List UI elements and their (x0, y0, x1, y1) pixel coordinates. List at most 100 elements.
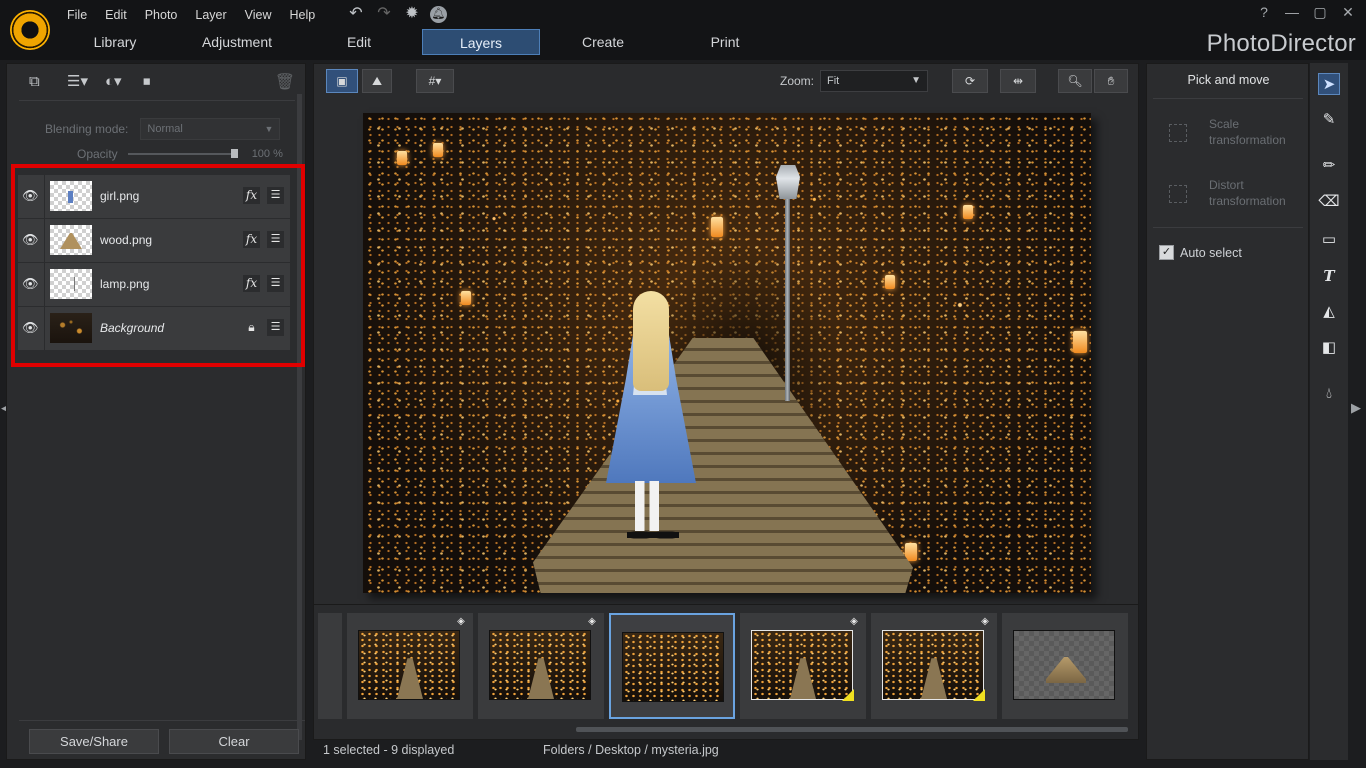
close-icon[interactable]: ✕ (1340, 4, 1356, 21)
lantern (1073, 331, 1087, 353)
eraser-icon[interactable]: ⌫ (1318, 191, 1340, 213)
auto-select-row[interactable]: ✓ Auto select (1159, 245, 1242, 260)
layer-row-background[interactable]: 👁︎ Background 🔒︎ ☰ (18, 307, 290, 350)
pencil-icon[interactable]: ✏︎ (1318, 155, 1340, 177)
filmstrip-prev-item[interactable] (318, 613, 342, 719)
blending-mode-select[interactable]: Normal ▼ (140, 118, 281, 140)
boardwalk-mini (397, 658, 423, 699)
zoom-icon[interactable]: 🔍︎ (1058, 69, 1092, 93)
layer-thumbnail (50, 269, 92, 299)
single-view-icon[interactable]: ▣ (326, 69, 358, 93)
tab-print[interactable]: Print (666, 29, 784, 55)
add-layer-icon[interactable]: ⧉ (29, 72, 53, 92)
layer-settings-icon[interactable]: ☰ (267, 231, 284, 248)
layer-row-wood[interactable]: 👁︎ wood.png fx ☰ (18, 219, 290, 262)
eye-icon[interactable]: 👁︎ (22, 320, 39, 336)
menu-help[interactable]: Help (281, 0, 325, 30)
filmstrip-item[interactable]: ◈ (347, 613, 473, 719)
girl-hair (633, 291, 669, 391)
fx-icon[interactable]: fx (243, 187, 260, 204)
filmstrip-thumbnail (751, 630, 853, 700)
filmstrip-scrollbar[interactable] (576, 727, 1128, 732)
distort-icon (1169, 185, 1187, 203)
minimize-icon[interactable]: — (1284, 4, 1300, 21)
stop-icon[interactable]: ⏹︎ (143, 72, 167, 92)
droplet-icon[interactable]: 💧︎ (1318, 383, 1340, 405)
menu-layer[interactable]: Layer (186, 0, 235, 30)
opacity-slider[interactable] (127, 149, 238, 158)
layers-badge-icon: ◈ (850, 616, 858, 627)
rectangle-icon[interactable]: ▭ (1318, 229, 1340, 251)
divider (44, 307, 45, 350)
help-icon[interactable]: ? (1256, 4, 1272, 21)
redo-icon[interactable]: ↷ (374, 4, 394, 24)
text-icon[interactable]: T (1318, 265, 1340, 287)
menu-photo[interactable]: Photo (136, 0, 187, 30)
rotate-icon[interactable]: ⟳ (952, 69, 988, 93)
fx-icon[interactable]: fx (243, 275, 260, 292)
menu-edit[interactable]: Edit (96, 0, 136, 30)
mask-options-icon[interactable]: ◐▾ (105, 72, 129, 92)
scale-transformation-option[interactable]: Scale transformation (1169, 116, 1299, 156)
distort-transformation-option[interactable]: Distort transformation (1169, 177, 1299, 217)
brush-select-icon[interactable]: ✎ (1318, 109, 1340, 131)
module-tabs: Library Adjustment Edit Layers Create Pr… (56, 29, 788, 55)
trash-icon[interactable]: 🗑︎ (275, 72, 295, 92)
menu-file[interactable]: File (58, 0, 96, 30)
chevron-down-icon: ▼ (264, 124, 274, 134)
filmstrip-item[interactable]: ◈ (871, 613, 997, 719)
layers-scrollbar[interactable] (297, 94, 302, 740)
collapse-right-icon[interactable]: ▶ (1351, 400, 1361, 416)
grid-icon[interactable]: #▾ (416, 69, 454, 93)
restore-icon[interactable]: ▢ (1312, 4, 1328, 21)
eye-icon[interactable]: 👁︎ (22, 188, 39, 204)
zoom-select[interactable]: Fit ▼ (820, 70, 928, 92)
tab-adjustment[interactable]: Adjustment (178, 29, 296, 55)
layer-settings-icon[interactable]: ☰ (267, 187, 284, 204)
auto-select-checkbox[interactable]: ✓ (1159, 245, 1174, 260)
blending-mode-row: Blending mode: Normal ▼ (45, 118, 281, 140)
divider (44, 219, 45, 262)
filmstrip-thumbnail (489, 630, 591, 700)
filmstrip-item[interactable]: ◈ (478, 613, 604, 719)
layer-list: 👁︎ girl.png fx ☰ 👁︎ wood.png fx ☰ 👁︎ lam… (18, 175, 290, 351)
opacity-slider-handle[interactable] (230, 149, 238, 158)
eye-icon[interactable]: 👁︎ (22, 276, 39, 292)
photo-canvas[interactable] (363, 113, 1091, 593)
filmstrip-item-selected[interactable] (609, 613, 735, 719)
compare-view-icon[interactable]: ⛰︎ (362, 69, 392, 93)
lock-icon[interactable]: 🔒︎ (243, 319, 260, 336)
title-bar: File Edit Photo Layer View Help ↶ ↷ ✹ 🔔︎… (0, 0, 1366, 60)
eye-icon[interactable]: 👁︎ (22, 232, 39, 248)
layer-row-girl[interactable]: 👁︎ girl.png fx ☰ (18, 175, 290, 218)
filmstrip-item[interactable] (1002, 613, 1128, 719)
undo-icon[interactable]: ↶ (346, 4, 366, 24)
scale-label-line1: Scale (1209, 117, 1240, 131)
boardwalk-mini (921, 658, 947, 699)
gradient-icon[interactable]: ◧ (1318, 337, 1340, 359)
filmstrip-item[interactable]: ◈ (740, 613, 866, 719)
flip-icon[interactable]: ⇹ (1000, 69, 1036, 93)
notification-icon[interactable]: 🔔︎ (430, 6, 447, 23)
settings-icon[interactable]: ✹ (402, 4, 422, 24)
layer-name: girl.png (100, 189, 140, 203)
tab-layers[interactable]: Layers (422, 29, 540, 55)
hand-icon[interactable]: ✋︎ (1094, 69, 1128, 93)
tab-library[interactable]: Library (56, 29, 174, 55)
menu-view[interactable]: View (236, 0, 281, 30)
tab-edit[interactable]: Edit (300, 29, 418, 55)
fill-bucket-icon[interactable]: ◭ (1318, 301, 1340, 323)
tab-create[interactable]: Create (544, 29, 662, 55)
layer-settings-icon[interactable]: ☰ (267, 275, 284, 292)
pointer-icon[interactable]: ➤ (1318, 73, 1340, 95)
window-controls: ? — ▢ ✕ (1256, 4, 1356, 21)
lamp-post (785, 173, 790, 401)
layer-settings-icon[interactable]: ☰ (267, 319, 284, 336)
lantern (397, 151, 407, 165)
save-share-button[interactable]: Save/Share (29, 729, 159, 754)
panel-title: Pick and move (1187, 73, 1270, 87)
fx-icon[interactable]: fx (243, 231, 260, 248)
layer-options-icon[interactable]: ☰▾ (67, 72, 91, 92)
clear-button[interactable]: Clear (169, 729, 299, 754)
layer-row-lamp[interactable]: 👁︎ lamp.png fx ☰ (18, 263, 290, 306)
